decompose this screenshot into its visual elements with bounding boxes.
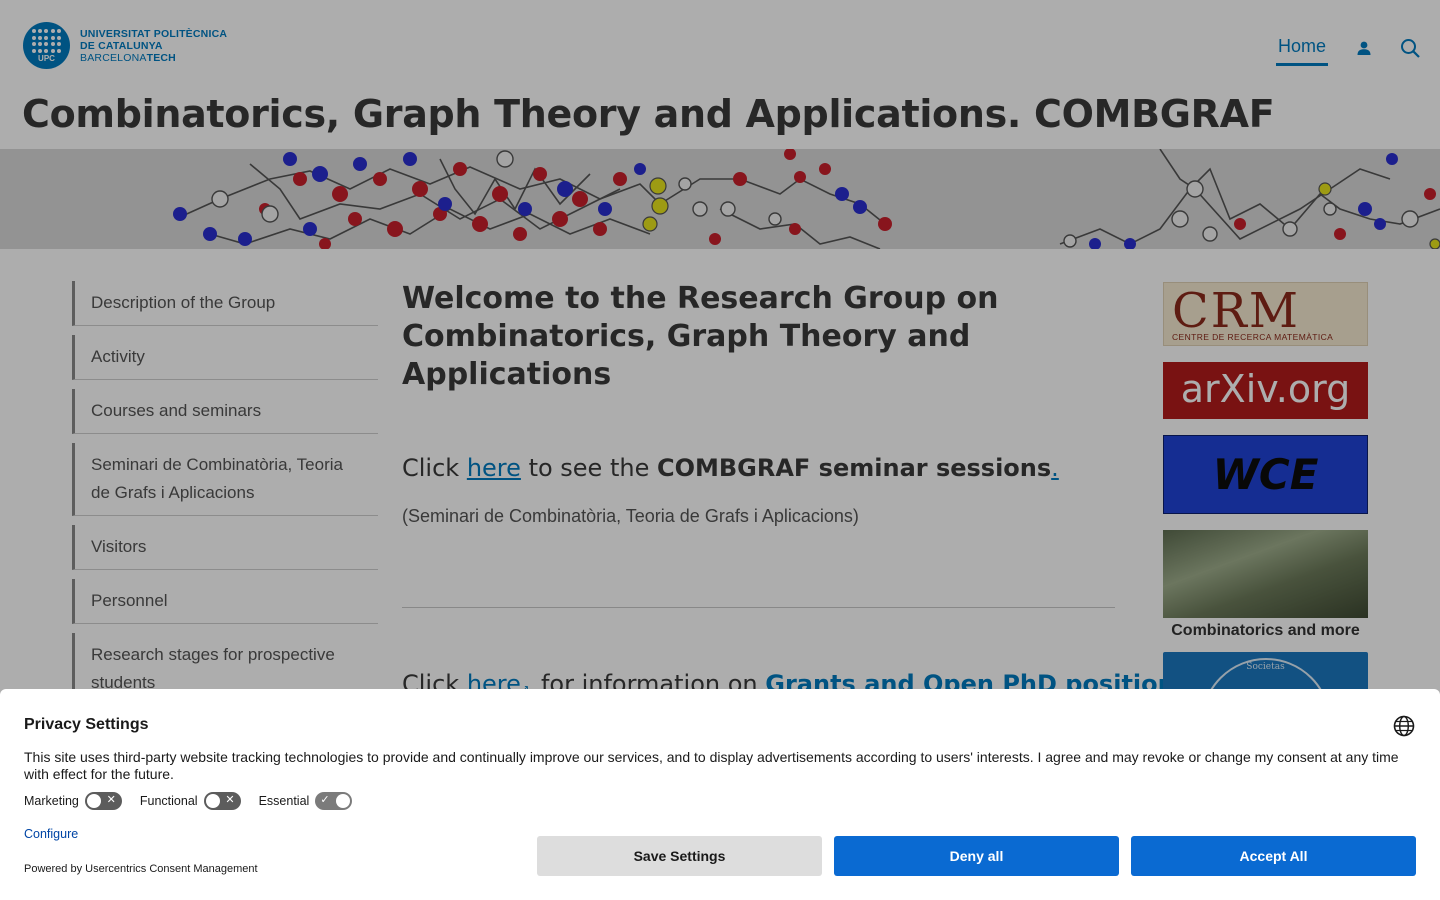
functional-toggle-label: Functional bbox=[139, 794, 198, 808]
marketing-toggle-label: Marketing bbox=[24, 794, 79, 808]
accept-all-button[interactable]: Accept All bbox=[1131, 836, 1416, 876]
save-settings-button[interactable]: Save Settings bbox=[537, 836, 822, 876]
close-icon: ✕ bbox=[106, 793, 116, 806]
marketing-toggle[interactable]: ✕ bbox=[84, 792, 122, 810]
essential-toggle-label: Essential bbox=[258, 794, 310, 808]
consent-toggles: Marketing ✕ Functional ✕ Essential ✓ bbox=[24, 792, 370, 810]
globe-icon[interactable] bbox=[1393, 715, 1415, 741]
check-icon: ✓ bbox=[320, 793, 330, 806]
privacy-title: Privacy Settings bbox=[24, 716, 149, 733]
essential-toggle: ✓ bbox=[315, 792, 353, 810]
functional-toggle[interactable]: ✕ bbox=[203, 792, 241, 810]
close-icon: ✕ bbox=[225, 793, 235, 806]
privacy-settings-dialog: Privacy Settings This site uses third-pa… bbox=[0, 689, 1440, 900]
powered-by-text: Powered by Usercentrics Consent Manageme… bbox=[24, 863, 258, 875]
deny-all-button[interactable]: Deny all bbox=[834, 836, 1119, 876]
privacy-message: This site uses third-party website track… bbox=[24, 749, 1399, 782]
configure-link[interactable]: Configure bbox=[24, 827, 78, 841]
